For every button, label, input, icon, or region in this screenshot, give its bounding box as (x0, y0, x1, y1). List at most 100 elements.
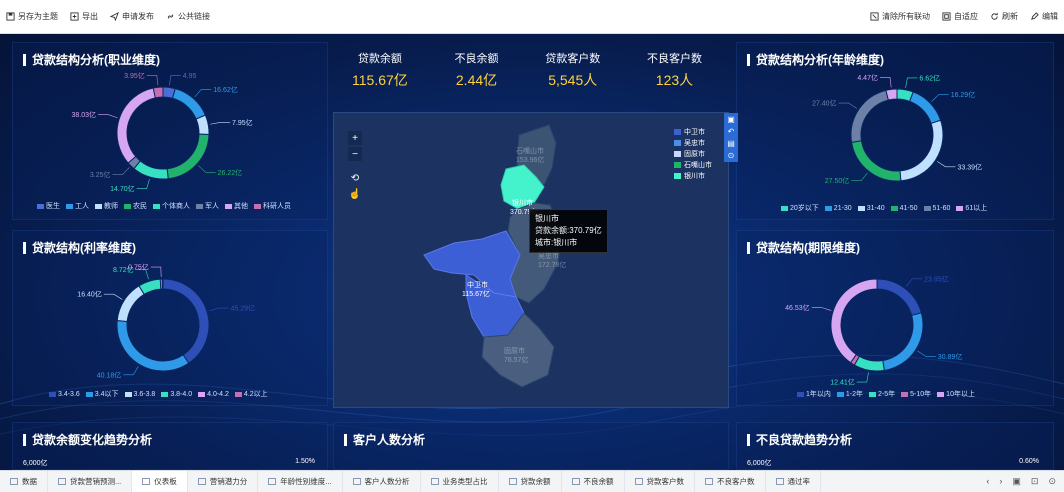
map-legend-item[interactable]: 银川市 (674, 171, 712, 182)
tab-2[interactable]: 仪表板 (132, 471, 188, 492)
tab-scroll-left-icon[interactable]: ‹ (986, 476, 989, 487)
map-label-region: 石嘴山市 (516, 146, 544, 155)
tab-0[interactable]: 数据 (0, 471, 48, 492)
top-toolbar: 另存为主题 导出 申请发布 公共链接 清除所有联动 自适应 刷新 编辑 (0, 0, 1064, 34)
legend-item[interactable]: 工人 (66, 201, 89, 211)
term-donut-chart[interactable]: 23.95亿 30.89亿 12.41亿 46.53亿 (737, 253, 1055, 401)
legend-item[interactable]: 61以上 (956, 203, 987, 213)
legend-item[interactable]: 科研人员 (254, 201, 291, 211)
collapse-icon[interactable]: ⊙ (1048, 476, 1056, 487)
occupation-donut-chart[interactable]: 4.95 16.62亿 7.95亿 26.22亿 14.70亿 3.25亿 38.03亿 3.… (13, 65, 329, 215)
donut-slice[interactable] (876, 278, 922, 317)
tab-7[interactable]: 贷款余额 (499, 471, 562, 492)
map-legend-item[interactable]: 中卫市 (674, 127, 712, 138)
tab-4[interactable]: 年龄性别维度... (258, 471, 343, 492)
legend-item[interactable]: 医生 (37, 201, 60, 211)
legend-swatch (85, 391, 93, 397)
legend-item[interactable]: 51-60 (923, 205, 950, 212)
legend-label: 10年以上 (946, 391, 975, 398)
donut-slice[interactable] (116, 319, 190, 372)
apply-publish-button[interactable]: 申请发布 (104, 0, 160, 33)
tab-scroll-right-icon[interactable]: › (999, 476, 1002, 487)
adaptive-button[interactable]: 自适应 (936, 0, 984, 33)
legend-item[interactable]: 3.6-3.8 (124, 391, 155, 398)
clear-all-links-button[interactable]: 清除所有联动 (864, 0, 936, 33)
refresh-label: 刷新 (1002, 12, 1018, 21)
legend-item[interactable]: 21-30 (824, 205, 852, 212)
donut-slice[interactable] (116, 87, 156, 164)
donut-leader-line (146, 75, 159, 86)
tab-sheet-icon (352, 478, 361, 485)
donut-slice[interactable] (195, 114, 210, 136)
legend-item[interactable]: 41-50 (890, 205, 918, 212)
legend-item[interactable]: 教师 (95, 201, 118, 211)
legend-item[interactable]: 20岁以下 (781, 203, 819, 213)
legend-item[interactable]: 5-10年 (901, 389, 931, 399)
legend-item[interactable]: 农民 (124, 201, 147, 211)
map-legend-item[interactable]: 吴忠市 (674, 138, 712, 149)
tab-11[interactable]: 通过率 (766, 471, 822, 492)
public-link-button[interactable]: 公共链接 (160, 0, 216, 33)
legend-item[interactable]: 10年以上 (937, 389, 975, 399)
legend-item[interactable]: 4.2以上 (234, 389, 268, 399)
tab-3[interactable]: 营销潜力分 (188, 471, 259, 492)
donut-slice[interactable] (853, 355, 885, 372)
donut-slice[interactable] (850, 89, 889, 143)
legend-item[interactable]: 其他 (225, 201, 248, 211)
map-tool-filter-icon[interactable]: ▣ (727, 115, 735, 124)
ningxia-map[interactable]: 石嘴山市 153.96亿 银川市 370.79亿 吴忠市 172.78亿 中卫市… (334, 113, 730, 409)
legend-item[interactable]: 3.4-3.6 (49, 391, 80, 398)
donut-slice[interactable] (166, 133, 210, 180)
donut-slice[interactable] (138, 278, 162, 295)
donut-slice[interactable] (909, 91, 942, 125)
donut-value-label: 7.95亿 (232, 118, 253, 127)
donut-slice[interactable] (899, 119, 944, 182)
donut-slice[interactable] (162, 278, 210, 364)
donut-slice[interactable] (116, 285, 145, 323)
legend-item[interactable]: 4.0-4.2 (198, 391, 229, 398)
legend-item[interactable]: 1-2年 (836, 389, 863, 399)
tab-1[interactable]: 贷款营销预测... (48, 471, 133, 492)
map-tool-comment-icon[interactable]: ▤ (727, 139, 735, 148)
legend-item[interactable]: 3.8-4.0 (161, 391, 192, 398)
rate-donut-chart[interactable]: 45.29亿40.18亿16.40亿8.72亿0.75亿 (13, 253, 329, 401)
donut-slice[interactable] (885, 88, 898, 101)
layout-icon[interactable]: ▣ (1012, 476, 1021, 487)
legend-item[interactable]: 3.4以下 (85, 389, 119, 399)
donut-slice[interactable] (882, 312, 924, 371)
donut-slice[interactable] (851, 140, 902, 182)
donut-value-label: 23.95亿 (924, 274, 949, 283)
map-tool-undo-icon[interactable]: ↶ (728, 127, 735, 136)
kpi-value: 5,545人 (548, 72, 598, 88)
export-button[interactable]: 导出 (64, 0, 104, 33)
donut-slice[interactable] (133, 160, 169, 180)
donut-slice[interactable] (171, 88, 207, 120)
tab-6[interactable]: 业务类型占比 (421, 471, 499, 492)
tab-5[interactable]: 客户人数分析 (343, 471, 421, 492)
tab-9[interactable]: 贷款客户数 (625, 471, 696, 492)
tab-label: 数据 (22, 477, 37, 486)
save-as-theme-button[interactable]: 另存为主题 (0, 0, 64, 33)
donut-slice[interactable] (152, 86, 164, 99)
tab-10[interactable]: 不良客户数 (695, 471, 766, 492)
legend-item[interactable]: 2-5年 (869, 389, 895, 399)
map-tool-more-icon[interactable]: ⊙ (728, 151, 735, 160)
age-donut-chart[interactable]: 6.62亿 16.29亿 33.39亿 27.50亿 27.40亿 4.47亿 (737, 65, 1055, 215)
tab-label: 年龄性别维度... (280, 477, 332, 486)
fullscreen-icon[interactable]: ⊡ (1031, 476, 1039, 487)
donut-slice[interactable] (161, 278, 164, 290)
legend-item[interactable]: 31-40 (857, 205, 885, 212)
map-legend-item[interactable]: 固原市 (674, 149, 712, 160)
legend-item[interactable]: 个体商人 (153, 201, 190, 211)
legend-item[interactable]: 1年以内 (797, 389, 831, 399)
donut-slice[interactable] (830, 278, 878, 364)
donut-leader-line (851, 172, 868, 181)
tab-label: 通过率 (787, 477, 811, 486)
map-legend-item[interactable]: 石嘴山市 (674, 160, 712, 171)
edit-button[interactable]: 编辑 (1024, 0, 1064, 33)
donut-leader-line (103, 293, 123, 300)
tab-8[interactable]: 不良余额 (562, 471, 625, 492)
legend-item[interactable]: 军人 (196, 201, 219, 211)
npl-trend-panel: 不良贷款趋势分析 6,000亿 0.60% (736, 422, 1054, 470)
refresh-button[interactable]: 刷新 (984, 0, 1024, 33)
